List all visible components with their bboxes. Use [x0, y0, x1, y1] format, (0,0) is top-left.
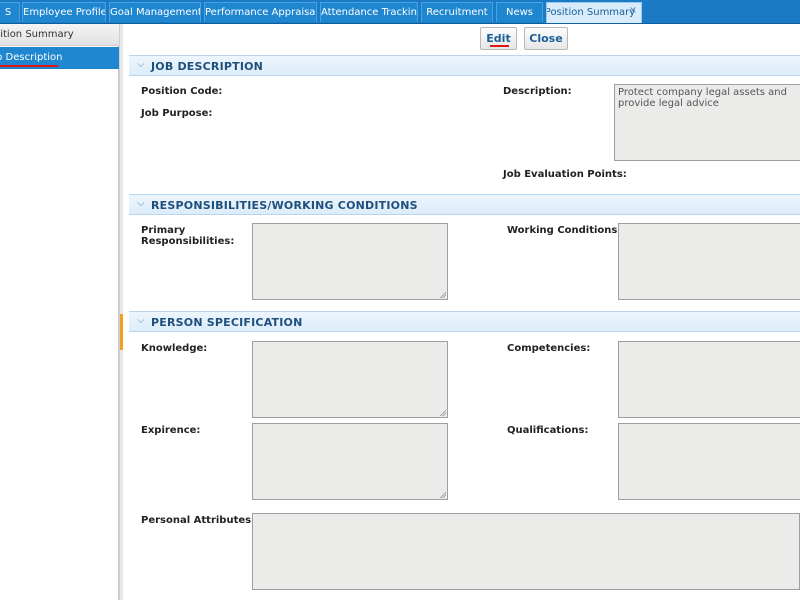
section-title: RESPONSIBILITIES/WORKING CONDITIONS — [151, 199, 418, 212]
knowledge-label: Knowledge: — [141, 343, 208, 354]
experience-field[interactable] — [252, 423, 448, 500]
tab-performance-appraisals[interactable]: Performance Appraisals — [204, 2, 317, 22]
tab-news[interactable]: News — [496, 2, 543, 22]
tab-employee-profile[interactable]: Employee Profile — [22, 2, 106, 22]
description-field[interactable]: Protect company legal assets and provide… — [614, 84, 800, 161]
position-code-label: Position Code: — [141, 86, 223, 97]
tab-label: Attendance Tracking — [321, 7, 418, 18]
chevron-down-icon[interactable]: ⌵ — [137, 315, 145, 326]
sidebar-item-label: b Description — [0, 52, 63, 63]
description-value: Protect company legal assets and provide… — [618, 87, 787, 109]
tab-label: S — [4, 7, 12, 18]
competencies-field[interactable] — [618, 341, 800, 418]
resize-grip-icon[interactable] — [439, 409, 446, 416]
tab-attendance-tracking[interactable]: Attendance Tracking — [320, 2, 418, 22]
tab-label: Position Summary — [546, 7, 636, 18]
personal-attributes-label: Personal Attributes: — [141, 515, 256, 526]
description-label: Description: — [503, 86, 572, 97]
label-line: Responsibilities: — [141, 236, 235, 247]
chevron-down-icon[interactable]: ⌵ — [137, 198, 145, 209]
tab-label: Goal Management — [110, 7, 201, 18]
module-tab-bar: S Employee Profile Goal Management Perfo… — [0, 0, 800, 24]
close-tab-icon[interactable]: × — [629, 3, 637, 20]
edit-button-label: Edit — [486, 32, 511, 45]
sidebar-item-label: sition Summary — [0, 29, 74, 40]
edit-button[interactable]: Edit — [480, 27, 517, 50]
sidebar: sition Summary b Description — [0, 24, 119, 600]
primary-responsibilities-label: Primary Responsibilities: — [141, 225, 234, 247]
highlight-underline — [490, 45, 509, 47]
experience-label: Expirence: — [141, 425, 201, 436]
knowledge-field[interactable] — [252, 341, 448, 418]
main-panel: Edit Close ⌵ JOB DESCRIPTION Position Co… — [123, 24, 800, 600]
tab-goal-management[interactable]: Goal Management — [109, 2, 201, 22]
section-header-job-description[interactable]: ⌵ JOB DESCRIPTION — [129, 55, 800, 76]
chevron-down-icon[interactable]: ⌵ — [137, 59, 145, 70]
section-header-responsibilities[interactable]: ⌵ RESPONSIBILITIES/WORKING CONDITIONS — [129, 194, 800, 215]
close-button[interactable]: Close — [524, 27, 568, 50]
section-title: JOB DESCRIPTION — [151, 60, 264, 73]
qualifications-field[interactable] — [618, 423, 800, 500]
label-line: Primary — [141, 225, 186, 236]
primary-responsibilities-field[interactable] — [252, 223, 448, 300]
job-evaluation-points-label: Job Evaluation Points: — [503, 169, 627, 180]
working-conditions-field[interactable] — [618, 223, 800, 300]
job-purpose-label: Job Purpose: — [141, 108, 213, 119]
sidebar-item-job-description[interactable]: b Description — [0, 47, 119, 69]
tab-label: Performance Appraisals — [205, 7, 317, 18]
tab-label: News — [505, 7, 534, 18]
close-button-label: Close — [529, 32, 563, 45]
tab-partial[interactable]: S — [0, 2, 20, 22]
highlight-underline — [0, 65, 58, 67]
tab-label: Employee Profile — [23, 7, 106, 18]
personal-attributes-field[interactable] — [252, 513, 800, 590]
resize-grip-icon[interactable] — [439, 491, 446, 498]
tab-recruitment[interactable]: Recruitment — [421, 2, 493, 22]
working-conditions-label: Working Conditions: — [507, 225, 622, 236]
section-header-person-specification[interactable]: ⌵ PERSON SPECIFICATION — [129, 311, 800, 332]
tab-label: Recruitment — [426, 7, 488, 18]
qualifications-label: Qualifications: — [507, 425, 589, 436]
sidebar-item-position-summary[interactable]: sition Summary — [0, 24, 119, 46]
competencies-label: Competencies: — [507, 343, 591, 354]
tab-position-summary[interactable]: Position Summary × — [546, 2, 642, 23]
section-title: PERSON SPECIFICATION — [151, 316, 303, 329]
resize-grip-icon[interactable] — [439, 291, 446, 298]
